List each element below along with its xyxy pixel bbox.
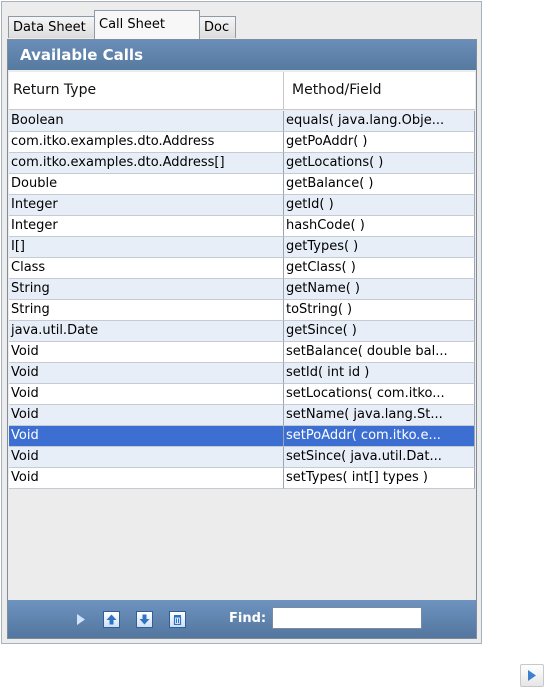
column-header-return-type[interactable]: Return Type	[9, 72, 284, 109]
return-type-cell: Integer	[9, 195, 284, 216]
table-row[interactable]: Integer hashCode( )	[9, 216, 475, 237]
table-row[interactable]: com.itko.examples.dto.Address[] getLocati…	[9, 153, 475, 174]
return-type-cell: Void	[9, 363, 284, 384]
return-type-cell: com.itko.examples.dto.Address	[9, 132, 284, 153]
method-field-cell: setId( int id )	[284, 363, 475, 384]
return-type-cell: Void	[9, 405, 284, 426]
method-field-cell: getSince( )	[284, 321, 475, 342]
return-type-cell: String	[9, 300, 284, 321]
delete-button[interactable]	[169, 611, 186, 628]
tab-doc[interactable]: Doc	[199, 16, 236, 38]
method-field-cell: setBalance( double bal...	[284, 342, 475, 363]
play-icon[interactable]	[75, 613, 87, 626]
table-toolbar: Find:	[8, 600, 476, 638]
find-label: Find:	[229, 611, 267, 626]
table-row[interactable]: String getName( )	[9, 279, 475, 300]
method-field-cell: getPoAddr( )	[284, 132, 475, 153]
return-type-cell: com.itko.examples.dto.Address[]	[9, 153, 284, 174]
column-header-method-field[interactable]: Method/Field	[284, 72, 475, 109]
calls-table: Return Type Method/Field Boolean equals( …	[8, 70, 476, 600]
move-down-icon	[139, 614, 150, 625]
call-sheet-panel: Data Sheet Call Sheet Doc Available Call…	[1, 1, 482, 644]
table-row[interactable]: I[] getTypes( )	[9, 237, 475, 258]
table-row[interactable]: Void setSince( java.util.Dat...	[9, 447, 475, 468]
return-type-cell: String	[9, 279, 284, 300]
method-field-cell: setSince( java.util.Dat...	[284, 447, 475, 468]
method-field-cell: hashCode( )	[284, 216, 475, 237]
panel-title: Available Calls	[8, 40, 476, 70]
method-field-cell: getClass( )	[284, 258, 475, 279]
method-field-cell: getId( )	[284, 195, 475, 216]
play-icon	[528, 670, 536, 681]
return-type-cell: Void	[9, 447, 284, 468]
return-type-cell: Void	[9, 342, 284, 363]
return-type-cell: Integer	[9, 216, 284, 237]
return-type-cell: Double	[9, 174, 284, 195]
return-type-cell: Void	[9, 384, 284, 405]
return-type-cell: Class	[9, 258, 284, 279]
table-row[interactable]: Void setBalance( double bal...	[9, 342, 475, 363]
move-up-icon	[106, 614, 117, 625]
method-field-cell: getLocations( )	[284, 153, 475, 174]
delete-icon	[173, 615, 182, 625]
find-input[interactable]	[272, 607, 422, 629]
tab-data-sheet[interactable]: Data Sheet	[8, 16, 95, 38]
table-row-selected[interactable]: Void setPoAddr( com.itko.e...	[9, 426, 475, 447]
method-field-cell: setPoAddr( com.itko.e...	[284, 426, 475, 447]
table-row[interactable]: Void setName( java.lang.St...	[9, 405, 475, 426]
table-row[interactable]: java.util.Date getSince( )	[9, 321, 475, 342]
table-header: Return Type Method/Field	[9, 72, 475, 110]
table-row[interactable]: Integer getId( )	[9, 195, 475, 216]
method-field-cell: getBalance( )	[284, 174, 475, 195]
available-calls-panel: Available Calls Return Type Method/Field…	[7, 39, 477, 639]
return-type-cell: I[]	[9, 237, 284, 258]
return-type-cell: Void	[9, 468, 284, 489]
table-row[interactable]: String toString( )	[9, 300, 475, 321]
method-field-cell: getTypes( )	[284, 237, 475, 258]
tab-call-sheet[interactable]: Call Sheet	[94, 10, 200, 39]
table-row[interactable]: Double getBalance( )	[9, 174, 475, 195]
table-row[interactable]: Class getClass( )	[9, 258, 475, 279]
method-field-cell: setName( java.lang.St...	[284, 405, 475, 426]
table-row[interactable]: Boolean equals( java.lang.Obje...	[9, 111, 475, 132]
method-field-cell: equals( java.lang.Obje...	[284, 111, 475, 132]
table-row[interactable]: Void setLocations( com.itko...	[9, 384, 475, 405]
table-row[interactable]: com.itko.examples.dto.Address getPoAddr( …	[9, 132, 475, 153]
return-type-cell: Boolean	[9, 111, 284, 132]
method-field-cell: getName( )	[284, 279, 475, 300]
table-row[interactable]: Void setId( int id )	[9, 363, 475, 384]
method-field-cell: setLocations( com.itko...	[284, 384, 475, 405]
table-body: Boolean equals( java.lang.Obje... com.itko…	[9, 111, 475, 489]
move-down-button[interactable]	[136, 611, 153, 628]
return-type-cell: Void	[9, 426, 284, 447]
method-field-cell: setTypes( int[] types )	[284, 468, 475, 489]
table-row[interactable]: Void setTypes( int[] types )	[9, 468, 475, 489]
run-button[interactable]	[520, 664, 544, 687]
return-type-cell: java.util.Date	[9, 321, 284, 342]
move-up-button[interactable]	[103, 611, 120, 628]
method-field-cell: toString( )	[284, 300, 475, 321]
